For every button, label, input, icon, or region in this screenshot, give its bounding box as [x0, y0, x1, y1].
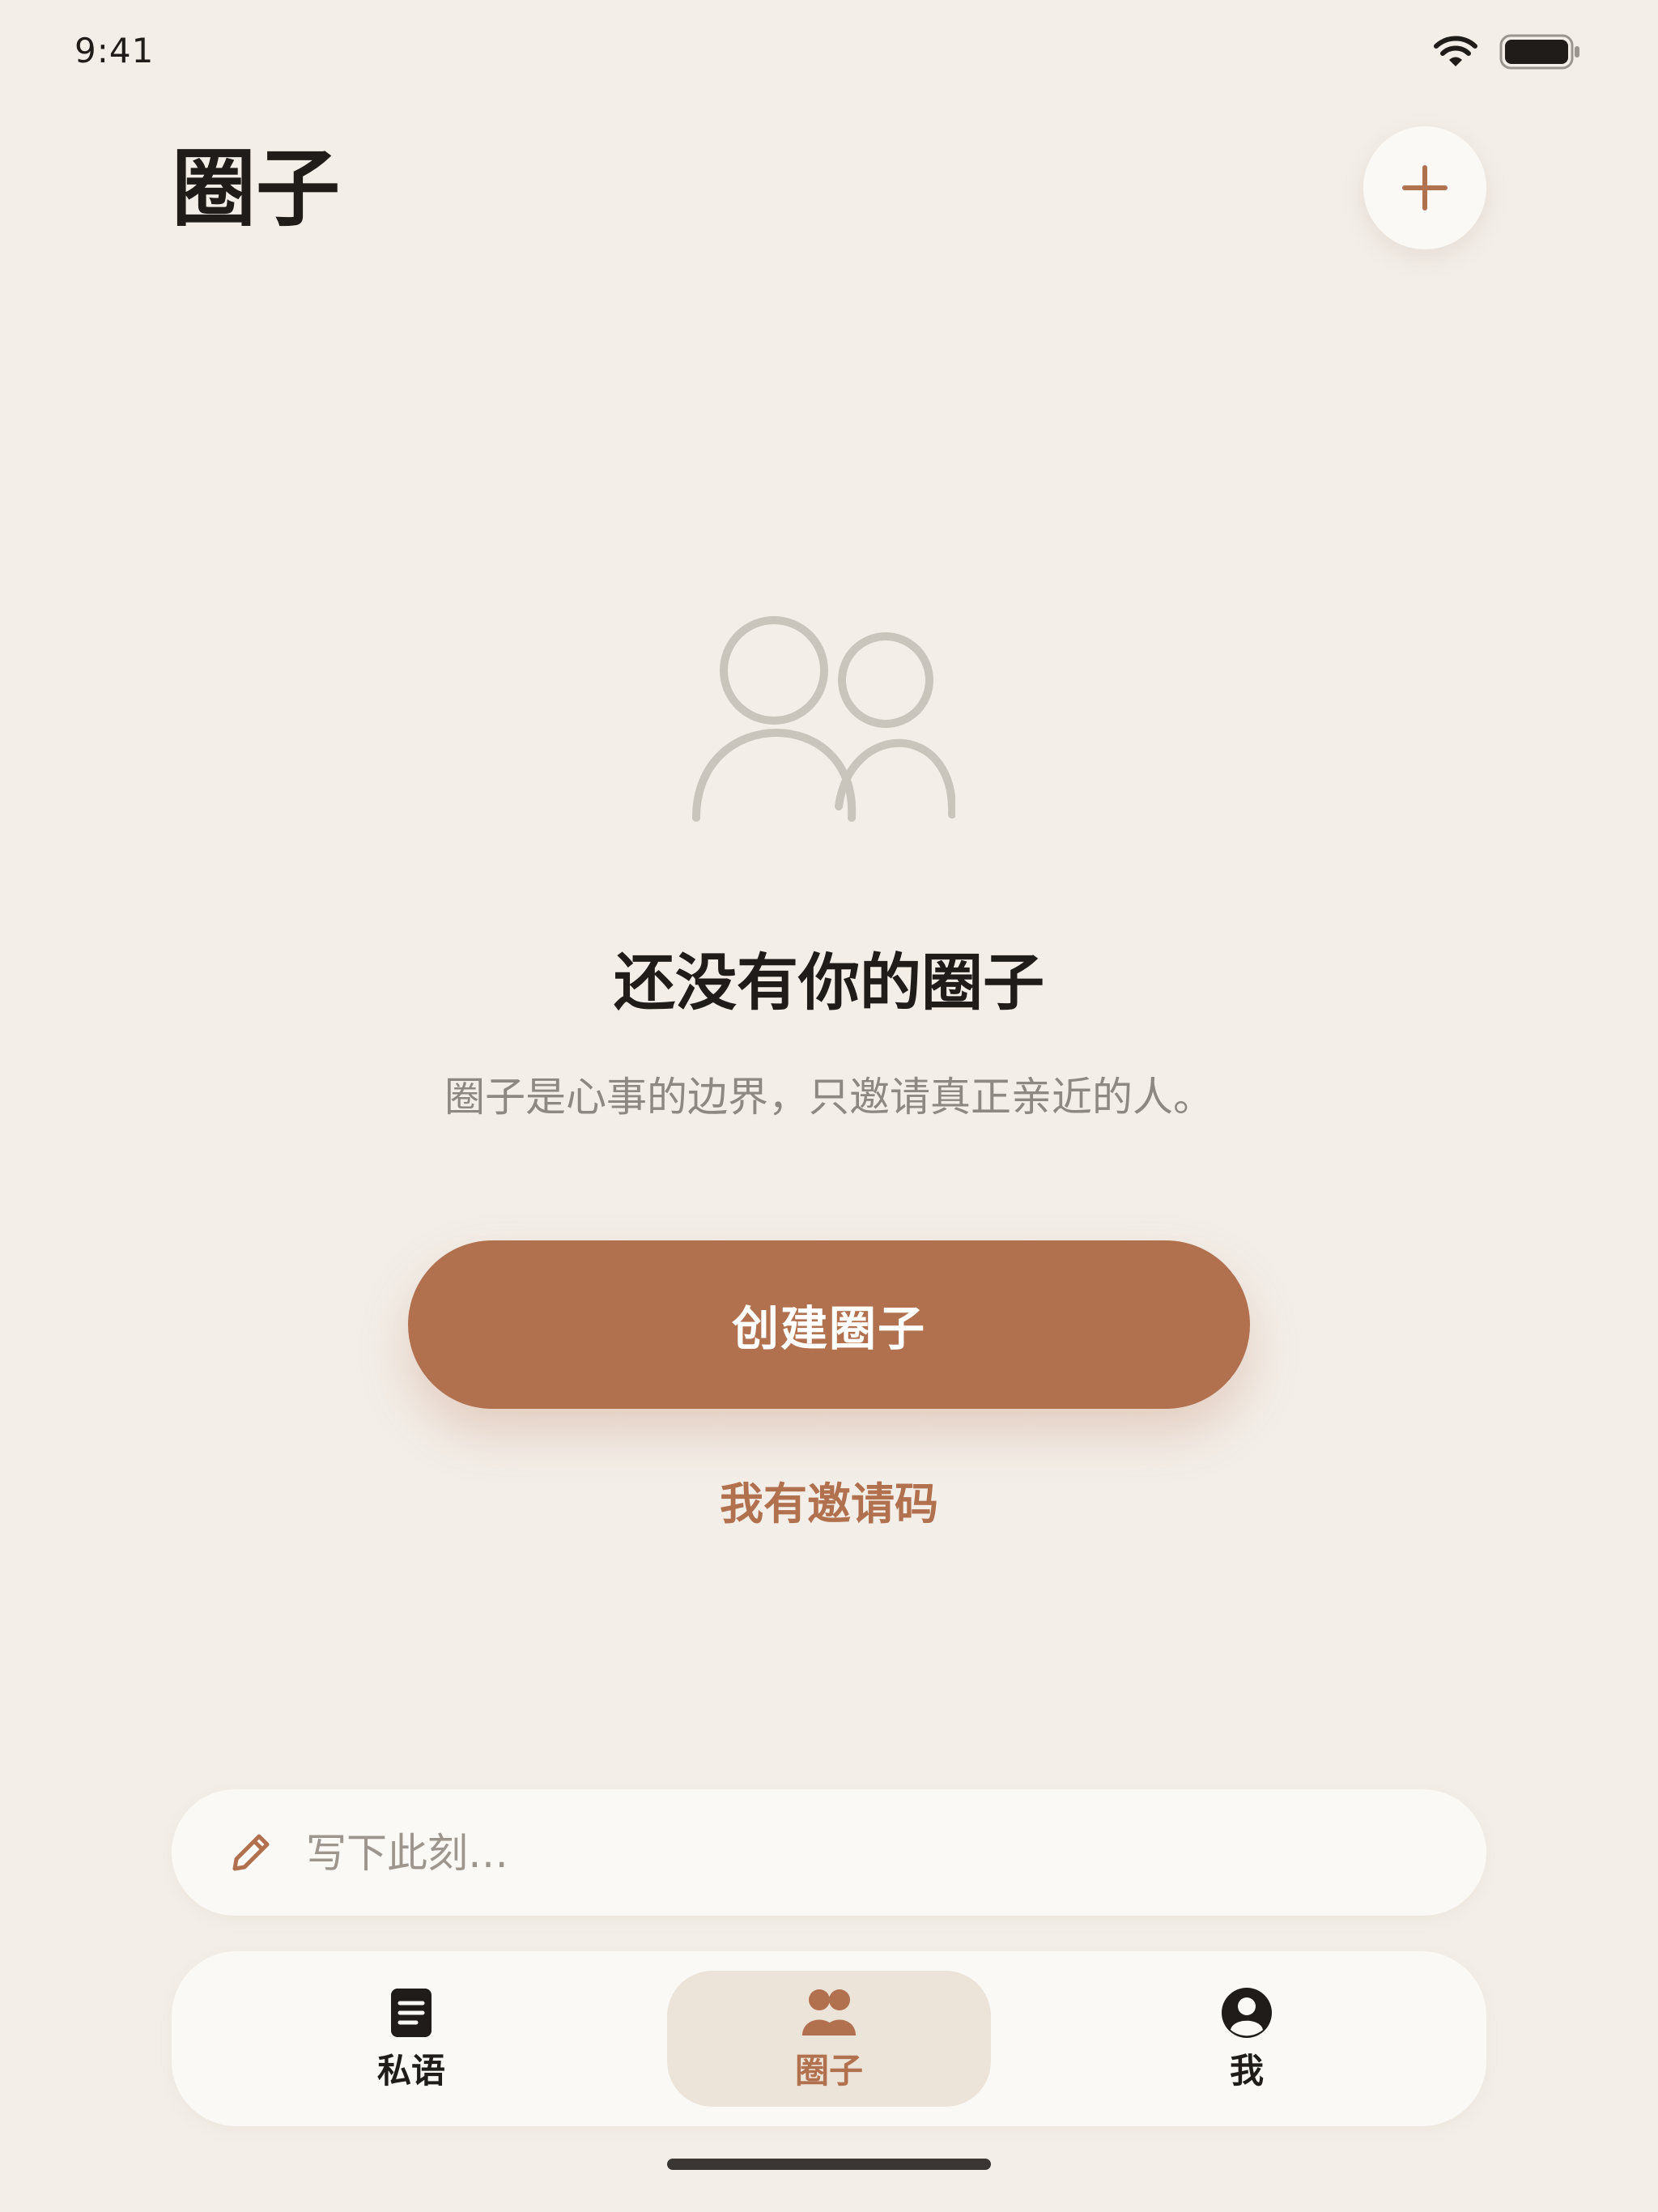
people-icon — [802, 1989, 856, 2035]
battery-icon — [1499, 34, 1579, 70]
tab-bar: 私语 圈子 我 — [172, 1951, 1486, 2126]
pencil-icon — [232, 1834, 270, 1871]
create-circle-button[interactable]: 创建圈子 — [408, 1240, 1250, 1409]
tab-label: 我 — [1229, 2051, 1264, 2091]
people-icon — [692, 616, 955, 822]
circles-screen: 9:41 圈子 还没有你的圈子 圈子是心事的边界，只邀请真正亲近的人。 创建圈子… — [0, 0, 1658, 2212]
document-icon — [391, 1989, 432, 2037]
tab-label: 私语 — [376, 2051, 445, 2091]
status-time: 9:41 — [74, 31, 155, 70]
page-title: 圈子 — [172, 139, 341, 238]
wifi-icon — [1434, 36, 1477, 66]
composer[interactable] — [172, 1789, 1486, 1916]
tab-private-notes[interactable]: 私语 — [249, 1971, 573, 2107]
composer-input[interactable] — [304, 1814, 1425, 1893]
plus-icon — [1402, 165, 1448, 211]
profile-icon — [1222, 1988, 1272, 2038]
home-indicator[interactable] — [667, 2159, 991, 2170]
tab-circles[interactable]: 圈子 — [667, 1971, 991, 2107]
empty-state-title: 还没有你的圈子 — [614, 946, 1044, 1019]
empty-state-description: 圈子是心事的边界，只邀请真正亲近的人。 — [444, 1074, 1214, 1121]
invite-code-link[interactable]: 我有邀请码 — [0, 1472, 1658, 1537]
tab-me[interactable]: 我 — [1085, 1971, 1409, 2107]
tab-label: 圈子 — [794, 2051, 863, 2091]
add-circle-button[interactable] — [1363, 126, 1486, 249]
